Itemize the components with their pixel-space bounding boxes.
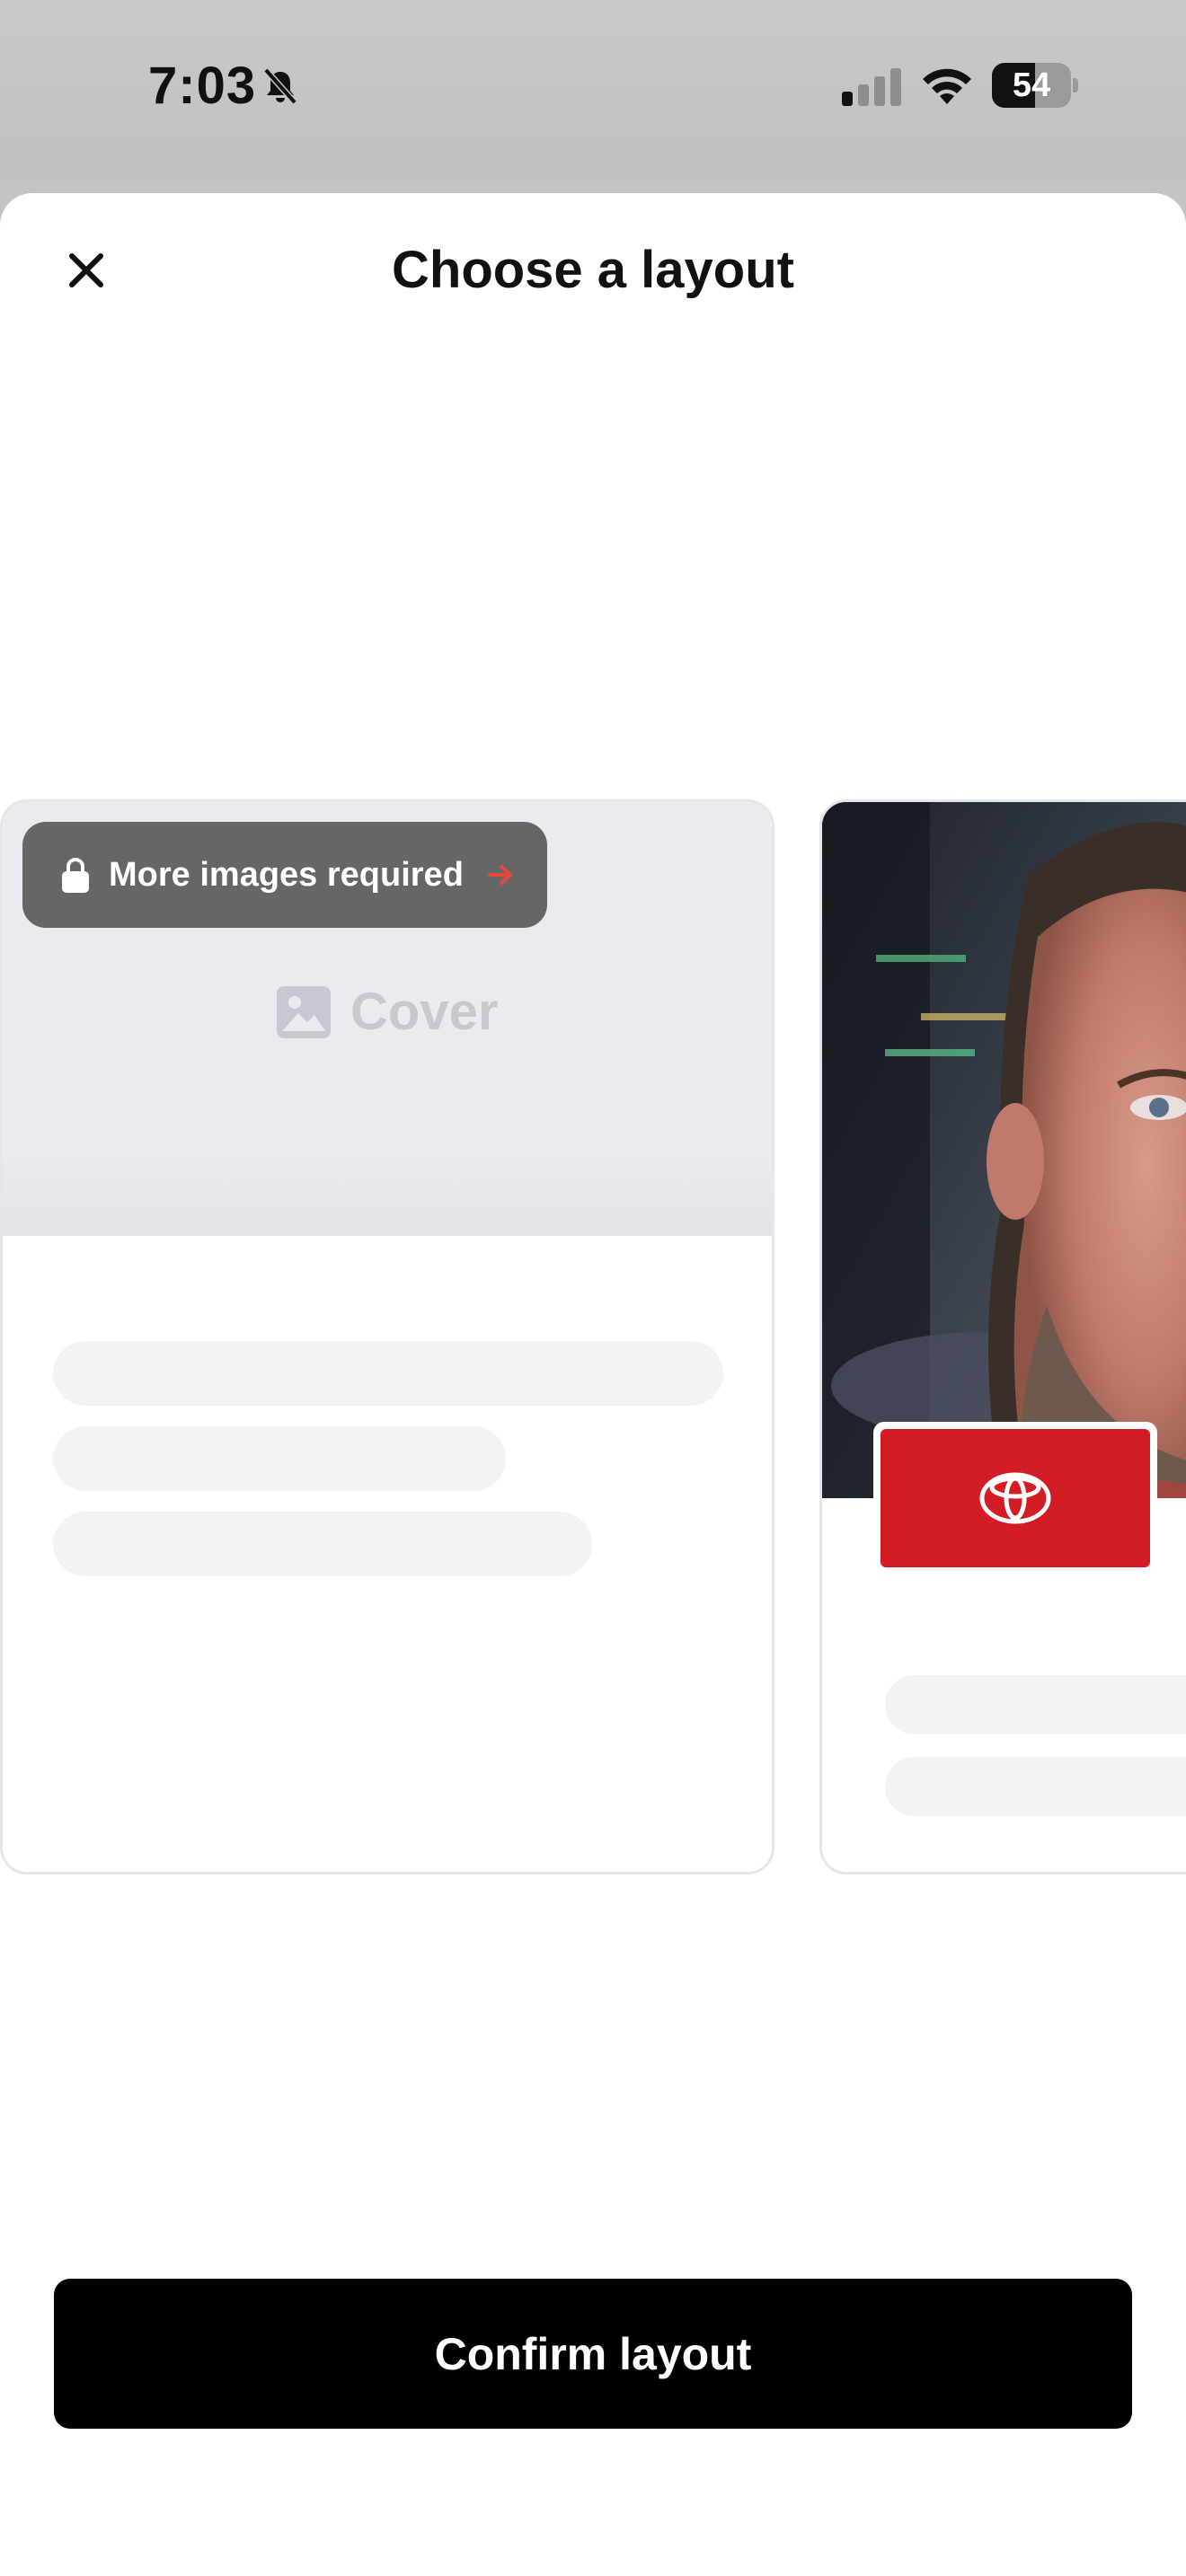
brand-logo-box [881, 1429, 1150, 1567]
more-images-required-badge[interactable]: More images required [22, 822, 547, 928]
skeleton-line [885, 1675, 1186, 1734]
more-images-required-label: More images required [109, 855, 464, 894]
status-time: 7:03 [148, 57, 257, 115]
battery-icon: 54 [992, 63, 1078, 108]
skeleton-line [53, 1426, 506, 1491]
layout-card-cover[interactable]: Cover More images required [0, 799, 774, 1875]
image-icon [277, 985, 331, 1038]
confirm-layout-label: Confirm layout [434, 2328, 752, 2379]
wifi-icon [923, 68, 971, 104]
status-bar: 7:03 54 [0, 0, 1186, 180]
cellular-signal-icon [842, 68, 901, 106]
bell-slash-icon [263, 67, 297, 105]
layout-sheet: Choose a layout Cover More images requir… [0, 193, 1186, 2576]
skeleton-line [885, 1757, 1186, 1816]
battery-percent: 54 [1012, 66, 1051, 104]
lock-icon [62, 858, 89, 893]
skeleton-line [53, 1341, 723, 1406]
cover-label-group: Cover [277, 982, 498, 1042]
cover-photo [822, 802, 1186, 1498]
cover-label: Cover [350, 983, 499, 1041]
confirm-layout-button[interactable]: Confirm layout [54, 2279, 1132, 2429]
skeleton-line [53, 1512, 592, 1576]
layout-card-photo-logo[interactable] [819, 799, 1186, 1875]
toyota-logo-icon [979, 1472, 1051, 1524]
sheet-title: Choose a layout [392, 241, 794, 299]
brand-logo-badge [873, 1422, 1157, 1575]
arrow-right-icon [487, 865, 512, 885]
